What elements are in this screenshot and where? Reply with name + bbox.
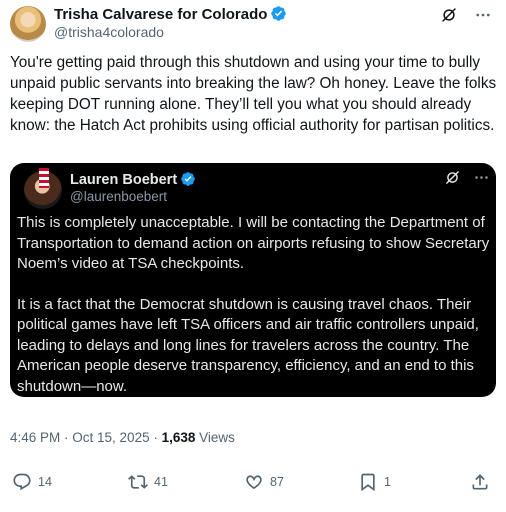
grok-icon[interactable] xyxy=(444,169,461,186)
reply-icon[interactable] xyxy=(12,472,32,492)
reply-count: 14 xyxy=(38,475,52,489)
quoted-actions xyxy=(444,169,490,186)
share-icon[interactable] xyxy=(470,472,490,492)
reply-button[interactable]: 14 xyxy=(12,472,52,492)
bookmark-button[interactable]: 1 xyxy=(358,472,391,492)
quoted-paragraph: This is completely unacceptable. I will … xyxy=(17,214,490,272)
meta-separator: · xyxy=(149,430,162,445)
views-label: Views xyxy=(195,430,235,445)
tweet-text: You're getting paid through this shutdow… xyxy=(10,54,497,134)
top-actions xyxy=(440,6,492,24)
repost-button[interactable]: 41 xyxy=(128,472,168,492)
share-button[interactable] xyxy=(470,472,490,492)
quoted-paragraph: It is a fact that the Democrat shutdown … xyxy=(17,295,479,395)
author-name[interactable]: Trisha Calvarese for Colorado xyxy=(54,5,287,26)
repost-icon[interactable] xyxy=(128,472,148,492)
author-avatar[interactable] xyxy=(10,6,46,42)
like-count: 87 xyxy=(270,475,284,489)
action-bar: 14 41 87 1 xyxy=(0,472,506,494)
flag-graphic xyxy=(39,168,49,188)
author-handle[interactable]: @trisha4colorado xyxy=(54,24,164,40)
views-count: 1,638 xyxy=(161,430,196,445)
bookmark-icon[interactable] xyxy=(358,472,378,492)
quoted-tweet[interactable]: Lauren Boebert @laurenboebert This is co… xyxy=(10,163,496,397)
tweet-time[interactable]: 4:46 PM xyxy=(10,430,60,445)
grok-icon[interactable] xyxy=(440,6,458,24)
quoted-author-handle[interactable]: @laurenboebert xyxy=(70,189,167,204)
verified-badge-icon[interactable] xyxy=(180,171,196,191)
like-button[interactable]: 87 xyxy=(244,472,284,492)
meta-separator: · xyxy=(60,430,73,445)
tweet-meta: 4:46 PM · Oct 15, 2025 · 1,638 Views xyxy=(10,430,235,445)
quoted-author-name-text[interactable]: Lauren Boebert xyxy=(70,172,177,188)
verified-badge-icon[interactable] xyxy=(270,5,287,26)
tweet-date[interactable]: Oct 15, 2025 xyxy=(72,430,149,445)
like-icon[interactable] xyxy=(244,472,264,492)
repost-count: 41 xyxy=(154,475,168,489)
quoted-tweet-text: This is completely unacceptable. I will … xyxy=(17,213,493,397)
more-icon[interactable] xyxy=(474,6,492,24)
quoted-author-name[interactable]: Lauren Boebert xyxy=(70,171,196,191)
author-name-text[interactable]: Trisha Calvarese for Colorado xyxy=(54,6,267,23)
bookmark-count: 1 xyxy=(384,475,391,489)
more-icon[interactable] xyxy=(473,169,490,186)
